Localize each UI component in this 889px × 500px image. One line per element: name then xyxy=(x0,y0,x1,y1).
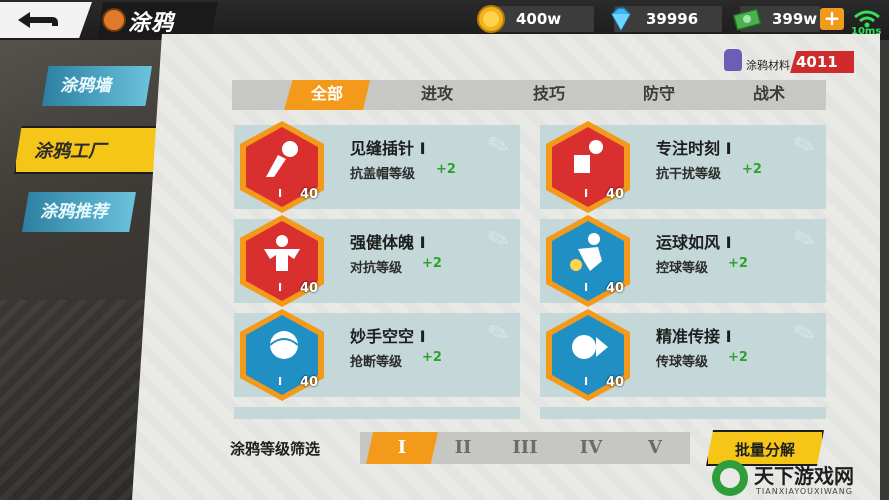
site-subname: TIANXIAYOUXIWANG xyxy=(756,487,853,496)
muscle-icon xyxy=(264,235,300,271)
skill-name: 见缝插针 Ⅰ xyxy=(350,139,426,158)
skill-name: 妙手空空 Ⅰ xyxy=(350,327,426,346)
skill-badge: I 40 xyxy=(546,215,630,307)
sidebar-item-graffiti-recommend[interactable]: 涂鸦推荐 xyxy=(22,192,136,232)
skill-tier: I xyxy=(584,375,589,388)
steal-icon xyxy=(269,331,299,359)
skill-bonus: +2 xyxy=(728,256,748,271)
skill-tier: I xyxy=(584,281,589,294)
skill-name: 精准传接 Ⅰ xyxy=(656,327,732,346)
skill-tier: I xyxy=(584,187,589,200)
skill-badge: I 40 xyxy=(240,309,324,401)
skill-bonus: +2 xyxy=(728,350,748,365)
diamond-counter: 39996 xyxy=(611,6,722,32)
skill-stat: 对抗等级 xyxy=(350,261,403,276)
diamond-icon xyxy=(611,7,631,32)
skill-level: 40 xyxy=(606,281,625,296)
skill-stat: 传球等级 xyxy=(656,355,709,370)
skill-card-partial[interactable] xyxy=(234,407,520,419)
diamond-value: 39996 xyxy=(646,10,699,28)
skill-bonus: +2 xyxy=(742,162,762,177)
skill-badge: I 40 xyxy=(546,309,630,401)
gold-coin-icon xyxy=(477,5,505,33)
card-watermark: ✎ xyxy=(790,316,821,352)
card-watermark: ✎ xyxy=(790,222,821,258)
site-watermark: 天下游戏网 TIANXIAYOUXIWANG xyxy=(712,458,884,500)
skill-level: 40 xyxy=(300,187,319,202)
skill-bonus: +2 xyxy=(436,162,456,177)
skill-badge: I 40 xyxy=(546,121,630,213)
graffiti-material: 涂鸦材料 4011 xyxy=(720,49,854,73)
card-watermark: ✎ xyxy=(484,222,515,258)
skill-stat: 抗干扰等级 xyxy=(656,167,722,182)
card-watermark: ✎ xyxy=(790,128,821,164)
tier-filter-2[interactable]: II xyxy=(432,432,494,464)
skill-tier: I xyxy=(278,187,283,200)
site-name: 天下游戏网 xyxy=(754,464,854,488)
sidebar-item-graffiti-factory[interactable]: 涂鸦工厂 xyxy=(14,126,166,174)
gold-counter: 400w xyxy=(477,5,594,33)
skill-card-focus[interactable]: ✎ I 40 专注时刻 Ⅰ 抗干扰等级 +2 xyxy=(540,121,826,213)
cash-counter: 399w xyxy=(732,6,820,32)
page-title-bar: 涂鸦 xyxy=(98,2,218,38)
back-arrow-icon xyxy=(18,12,58,28)
skill-level: 40 xyxy=(606,375,625,390)
page-title: 涂鸦 xyxy=(128,11,175,36)
card-watermark: ✎ xyxy=(484,316,515,352)
tab-defense[interactable]: 防守 xyxy=(622,80,696,110)
skill-card-pass[interactable]: ✎ I 40 精准传接 Ⅰ 传球等级 +2 xyxy=(540,309,826,401)
skill-name: 强健体魄 Ⅰ xyxy=(350,233,426,252)
dribble-icon xyxy=(570,233,602,271)
tier-filter-5[interactable]: V xyxy=(624,432,686,464)
skill-card-partial[interactable] xyxy=(540,407,826,419)
material-label: 涂鸦材料 xyxy=(746,59,790,72)
add-currency-button[interactable]: + xyxy=(820,8,844,30)
spray-can-icon xyxy=(724,49,742,71)
skill-bonus: +2 xyxy=(422,350,442,365)
tab-tactics[interactable]: 战术 xyxy=(732,80,806,110)
tab-all[interactable]: 全部 xyxy=(284,80,370,110)
skill-card-steal[interactable]: ✎ I 40 妙手空空 Ⅰ 抢断等级 +2 xyxy=(234,309,520,401)
skill-level: 40 xyxy=(300,375,319,390)
skill-bonus: +2 xyxy=(422,256,442,271)
tier-filter-1[interactable]: I xyxy=(366,432,438,464)
basketball-icon xyxy=(102,8,126,32)
focus-icon xyxy=(574,140,603,173)
cash-value: 399w xyxy=(772,10,818,28)
skill-card-block[interactable]: ✎ I 40 见缝插针 Ⅰ 抗盖帽等级 +2 xyxy=(234,121,520,213)
tier-filter: I II III IV V xyxy=(360,432,690,464)
tier-filter-3[interactable]: III xyxy=(494,432,556,464)
skill-stat: 抗盖帽等级 xyxy=(350,167,416,182)
gold-value: 400w xyxy=(516,10,562,28)
material-count: 4011 xyxy=(790,51,854,73)
skill-card-strength[interactable]: ✎ I 40 强健体魄 Ⅰ 对抗等级 +2 xyxy=(234,215,520,307)
block-icon xyxy=(266,141,298,177)
skill-card-dribble[interactable]: ✎ I 40 运球如风 Ⅰ 控球等级 +2 xyxy=(540,215,826,307)
skill-stat: 控球等级 xyxy=(656,261,709,276)
sidebar-item-graffiti-wall[interactable]: 涂鸦墙 xyxy=(42,66,152,106)
skill-level: 40 xyxy=(300,281,319,296)
skill-badge: I 40 xyxy=(240,215,324,307)
skill-stat: 抢断等级 xyxy=(350,355,403,370)
tab-offense[interactable]: 进攻 xyxy=(400,80,474,110)
skill-name: 专注时刻 Ⅰ xyxy=(656,139,732,158)
back-button[interactable] xyxy=(0,2,92,38)
skill-badge: I 40 xyxy=(240,121,324,213)
tier-filter-4[interactable]: IV xyxy=(560,432,622,464)
card-watermark: ✎ xyxy=(484,128,515,164)
tab-skill[interactable]: 技巧 xyxy=(512,80,586,110)
tier-filter-label: 涂鸦等级筛选 xyxy=(230,440,321,458)
site-logo-icon xyxy=(712,460,748,496)
category-tabs: 全部 进攻 技巧 防守 战术 xyxy=(232,80,826,110)
skill-tier: I xyxy=(278,281,283,294)
cash-icon xyxy=(732,8,762,31)
skill-tier: I xyxy=(278,375,283,388)
skill-level: 40 xyxy=(606,187,625,202)
pass-icon xyxy=(572,335,608,359)
skill-name: 运球如风 Ⅰ xyxy=(656,233,732,252)
